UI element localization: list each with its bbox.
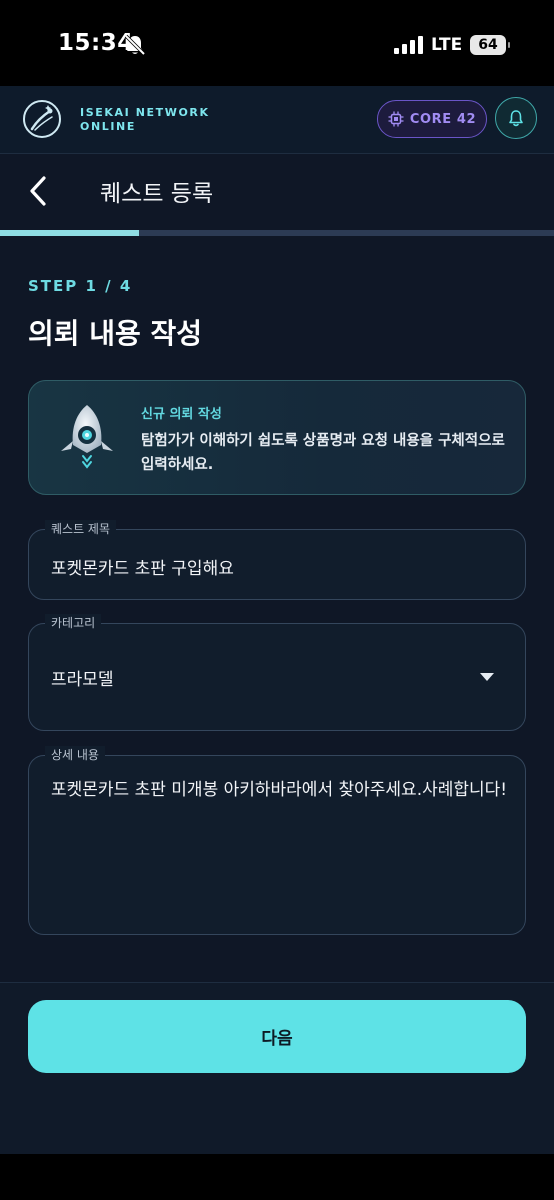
- category-value: 프라모델: [51, 670, 114, 690]
- brand-name: ISEKAI NETWORK ONLINE: [80, 106, 210, 133]
- step-label: STEP 1 / 4: [28, 277, 133, 295]
- details-input[interactable]: 포켓몬카드 초판 미개봉 아키하바라에서 찾아주세요.사례합니다!: [51, 776, 511, 805]
- home-indicator-area: [0, 1154, 554, 1200]
- quest-title-input[interactable]: 포켓몬카드 초판 구입해요: [51, 554, 234, 579]
- progress-fill: [0, 230, 139, 236]
- info-card-title: 신규 의뢰 작성: [141, 407, 222, 422]
- category-label: 카테고리: [45, 614, 102, 631]
- signal-icon: [394, 36, 423, 54]
- bell-off-icon: [124, 34, 146, 56]
- caret-down-icon[interactable]: [479, 672, 495, 682]
- details-label: 상세 내용: [45, 746, 105, 763]
- core-badge-label: CORE 42: [409, 111, 477, 127]
- quest-title-field[interactable]: 퀘스트 제목 포켓몬카드 초판 구입해요: [28, 520, 526, 600]
- core-badge[interactable]: CORE 42: [377, 100, 487, 138]
- status-time: 15:34: [58, 30, 134, 56]
- details-textarea[interactable]: 상세 내용 포켓몬카드 초판 미개봉 아키하바라에서 찾아주세요.사례합니다!: [28, 746, 526, 935]
- progress-bar: [0, 230, 554, 236]
- chip-icon: [388, 111, 404, 127]
- robot-icon: [61, 405, 113, 469]
- info-card: 신규 의뢰 작성 탐험가가 이해하기 쉽도록 상품명과 요청 내용을 구체적으로…: [28, 380, 526, 495]
- section-title: 의뢰 내용 작성: [28, 317, 203, 350]
- category-select[interactable]: 카테고리 프라모델: [28, 614, 526, 731]
- back-button[interactable]: [22, 172, 56, 210]
- battery-indicator: 64: [470, 35, 510, 55]
- next-button[interactable]: 다음: [28, 1000, 526, 1073]
- app-header: ISEKAI NETWORK ONLINE CORE 42: [0, 86, 554, 154]
- network-label: LTE: [431, 35, 463, 55]
- page-title: 퀘스트 등록: [100, 181, 214, 207]
- bell-icon: [509, 110, 523, 127]
- info-card-body: 탐험가가 이해하기 쉽도록 상품명과 요청 내용을 구체적으로 입력하세요.: [141, 433, 505, 473]
- notification-button[interactable]: [495, 97, 537, 139]
- status-bar: 15:34 LTE 64: [0, 0, 554, 86]
- logo-icon: [23, 100, 61, 138]
- quest-title-label: 퀘스트 제목: [45, 520, 117, 537]
